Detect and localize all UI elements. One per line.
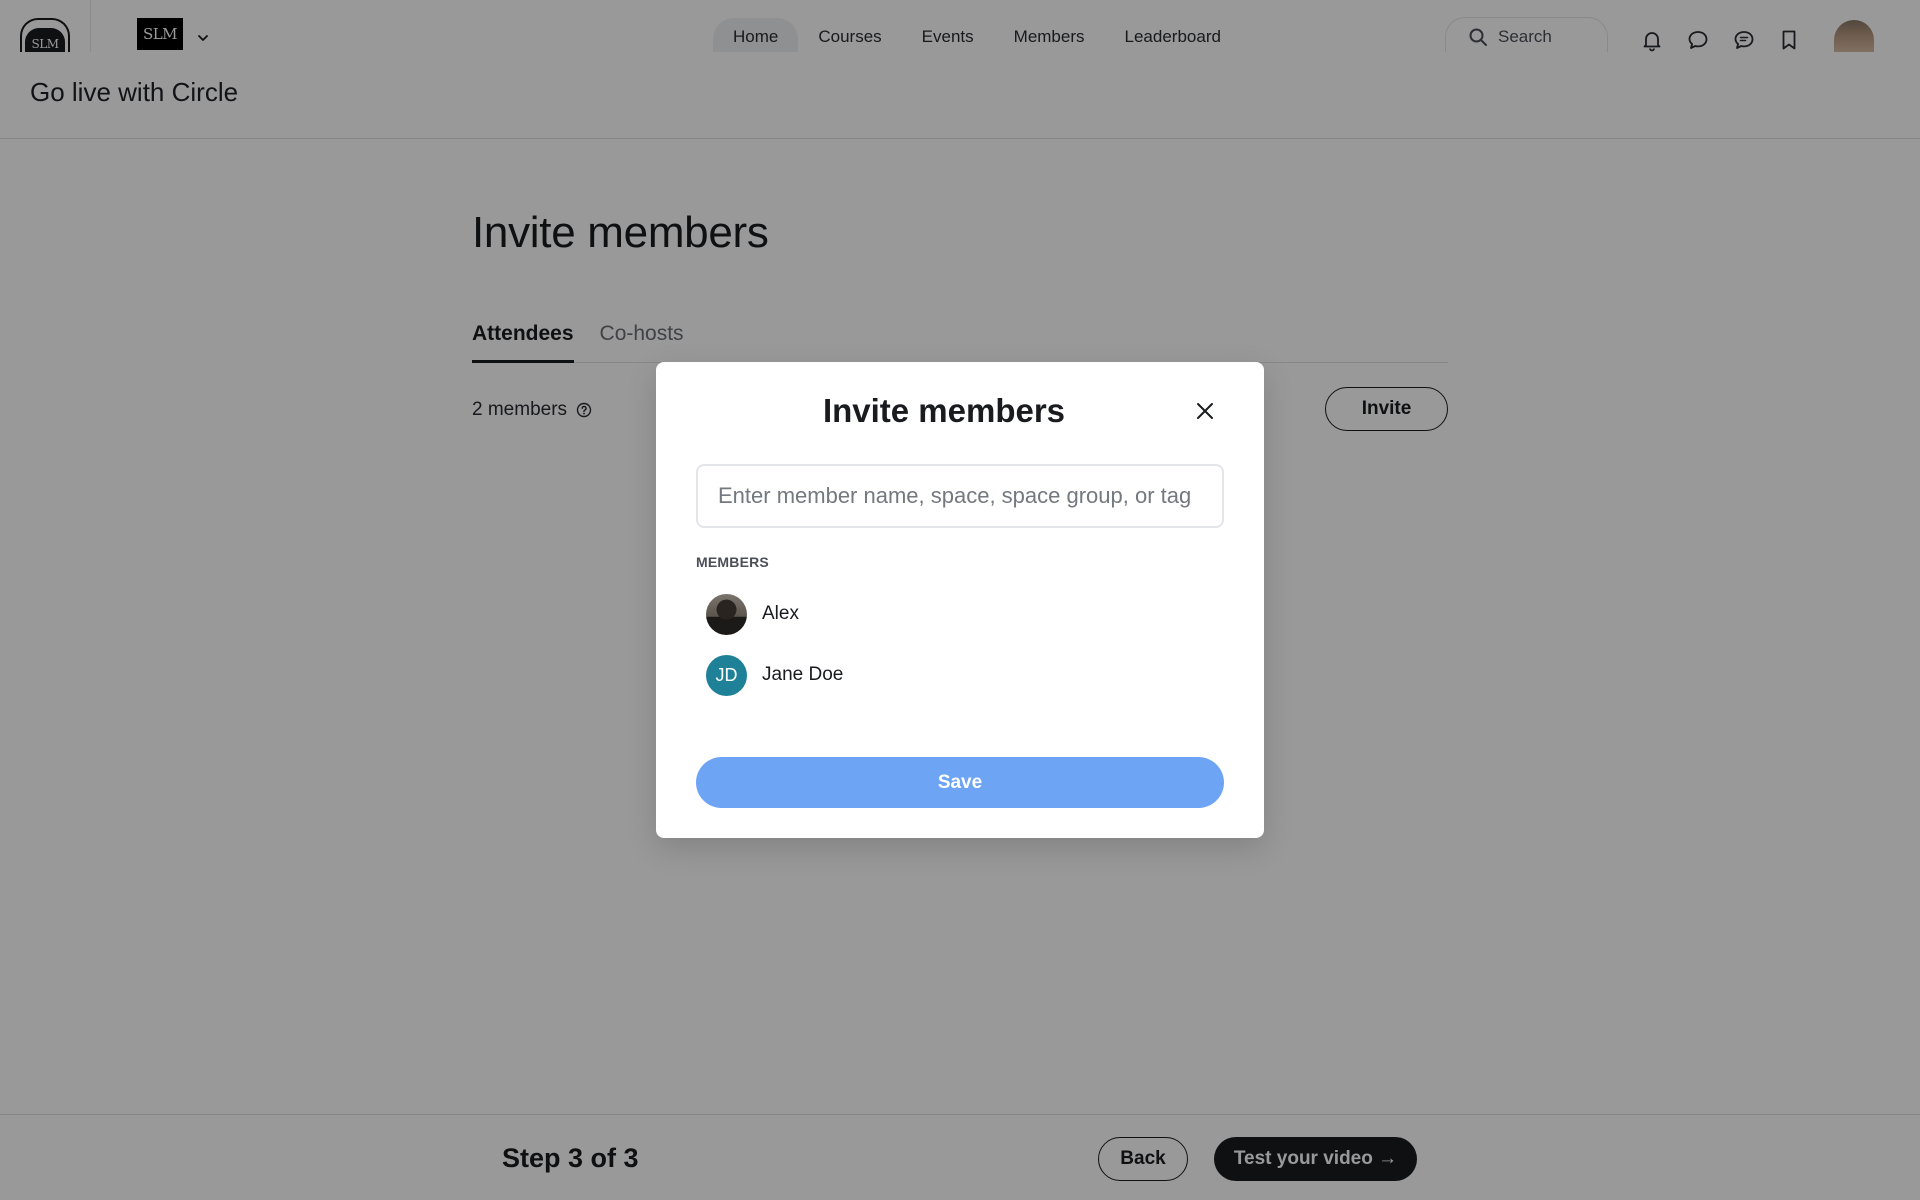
- close-button[interactable]: [1192, 398, 1218, 424]
- member-item[interactable]: JD Jane Doe: [706, 654, 843, 696]
- member-search-input[interactable]: [696, 464, 1224, 528]
- members-section-label: MEMBERS: [696, 554, 769, 570]
- close-icon: [1197, 403, 1213, 419]
- member-avatar: [706, 593, 747, 635]
- save-button[interactable]: Save: [696, 757, 1224, 808]
- modal-title: Invite members: [822, 392, 1066, 429]
- invite-members-modal: Invite members MEMBERS Alex JD Jane Doe …: [656, 362, 1264, 838]
- member-name: Jane Doe: [762, 664, 844, 685]
- page: SLM SLM Home Courses Events Members Lead…: [0, 0, 1920, 1200]
- member-name: Alex: [762, 603, 799, 624]
- member-avatar: JD: [706, 654, 747, 696]
- member-item[interactable]: Alex: [706, 593, 799, 635]
